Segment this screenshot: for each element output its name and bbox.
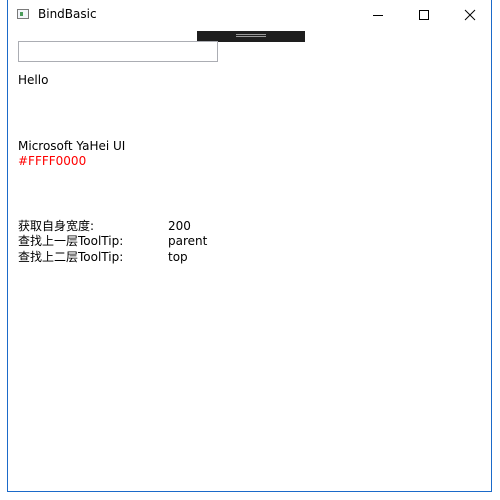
minimize-icon — [373, 15, 383, 16]
parent-tooltip-value: parent — [168, 234, 208, 248]
minimize-button[interactable] — [355, 0, 401, 30]
title-bar[interactable]: BindBasic — [8, 0, 491, 30]
window-app-icon[interactable] — [17, 9, 29, 19]
self-width-value: 200 — [168, 219, 191, 233]
maximize-button[interactable] — [401, 0, 447, 30]
grip-icon — [236, 34, 266, 35]
grandparent-tooltip-value: top — [168, 250, 188, 264]
grandparent-tooltip-label: 查找上二层ToolTip: — [18, 250, 124, 264]
self-width-label: 获取自身宽度: — [18, 219, 95, 233]
close-button[interactable] — [447, 0, 493, 30]
parent-tooltip-label: 查找上一层ToolTip: — [18, 234, 124, 248]
foreground-color-text: #FFFF0000 — [18, 154, 87, 168]
hello-text: Hello — [18, 73, 49, 87]
app-window: BindBasic Hello Microsoft YaHei UI #FFFF… — [7, 0, 492, 492]
font-family-text: Microsoft YaHei UI — [18, 139, 126, 153]
text-input[interactable] — [18, 41, 218, 62]
maximize-icon — [419, 10, 429, 20]
close-icon — [464, 9, 476, 21]
window-title: BindBasic — [38, 7, 97, 21]
